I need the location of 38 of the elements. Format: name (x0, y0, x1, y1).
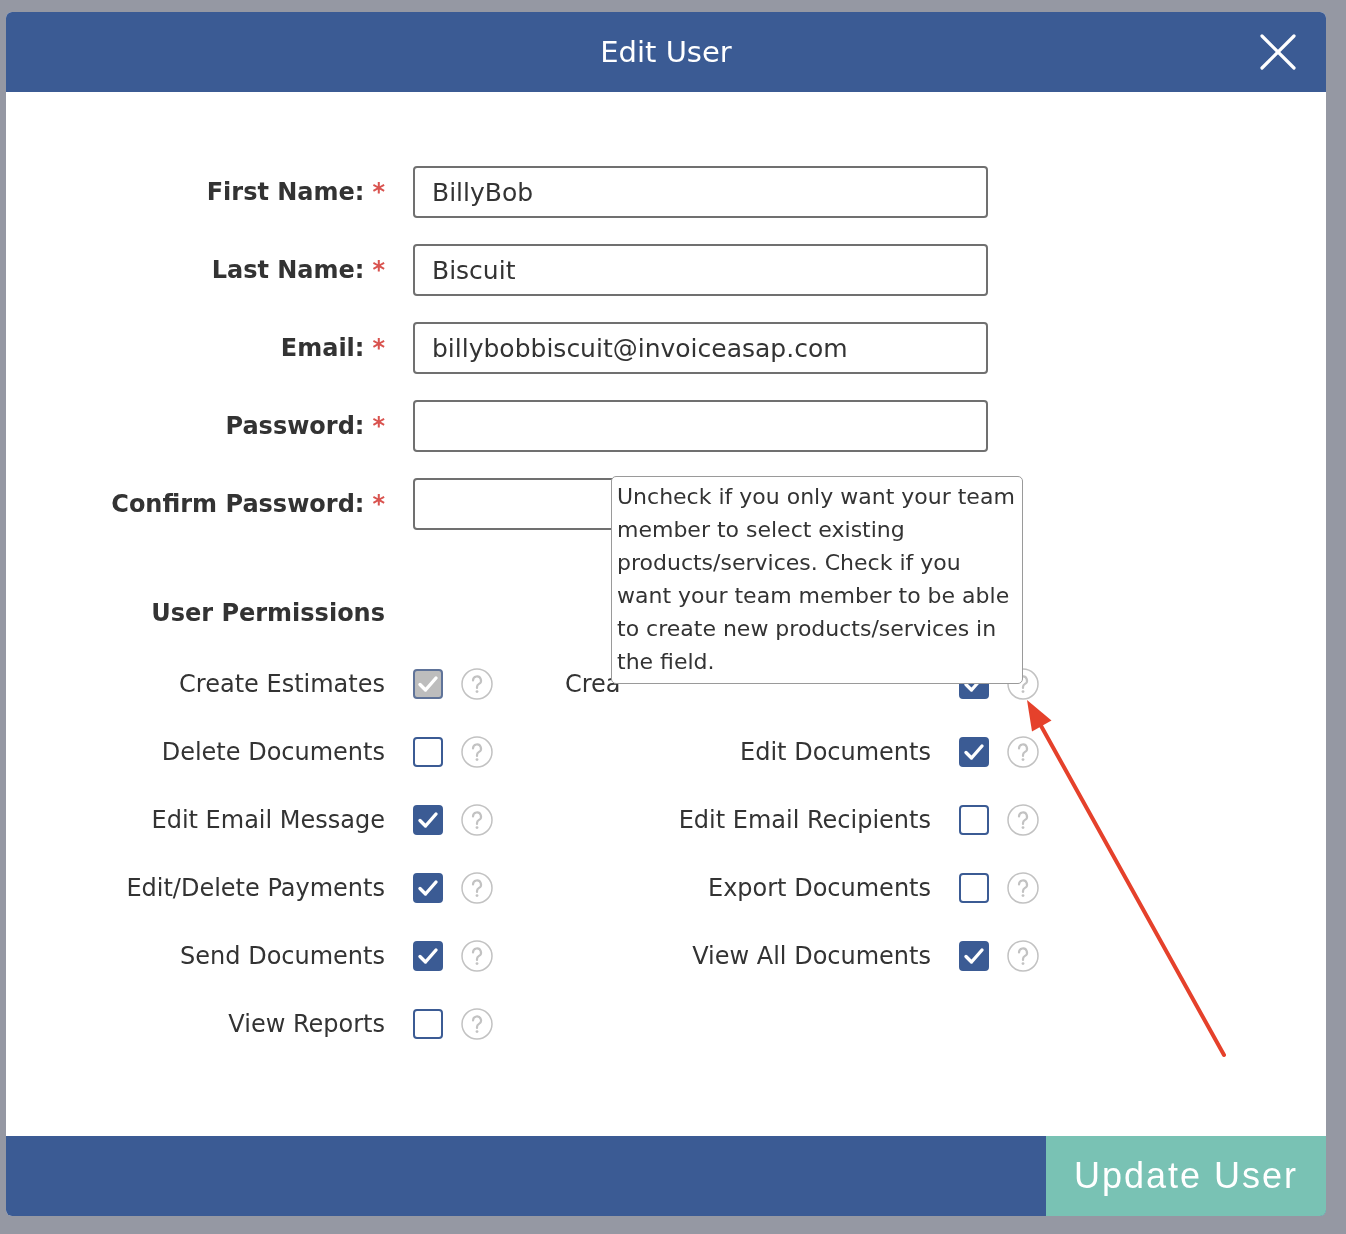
required-asterisk: * (372, 411, 385, 442)
field-label: Password: (225, 411, 365, 442)
tooltip: Uncheck if you only want your team member to select existing products/services. Check if you want your team member to be able to create new products/services in the field. (611, 476, 1023, 684)
field-label: First Name: (206, 177, 365, 208)
required-asterisk: * (372, 489, 385, 520)
required-asterisk: * (372, 255, 385, 286)
checkbox[interactable] (413, 1009, 443, 1039)
checkbox[interactable] (959, 805, 989, 835)
input-field[interactable] (413, 400, 988, 452)
checkbox[interactable] (413, 941, 443, 971)
permission-label: Export Documents (707, 873, 931, 904)
input-field[interactable]: billybobbiscuit@invoiceasap.com (413, 322, 988, 374)
permission-label: Edit Email Message (151, 805, 385, 836)
checkbox[interactable] (413, 737, 443, 767)
field-label: Last Name: (211, 255, 365, 286)
close-button[interactable] (1258, 32, 1298, 72)
field-label: Confirm Password: (111, 489, 365, 520)
permission-label: Delete Documents (161, 737, 385, 768)
permission-label: View All Documents (692, 941, 931, 972)
required-asterisk: * (372, 333, 385, 364)
dialog-title: Edit User (600, 34, 732, 71)
permission-label: Create Estimates (179, 669, 385, 700)
input-field[interactable]: BillyBob (413, 166, 988, 218)
field-label: Email: (280, 333, 365, 364)
permission-label: View Reports (228, 1009, 385, 1040)
input-field[interactable]: Biscuit (413, 244, 988, 296)
permission-label: Edit Email Recipients (678, 805, 931, 836)
checkbox[interactable] (959, 873, 989, 903)
checkbox[interactable] (413, 873, 443, 903)
permission-label: Edit Documents (740, 737, 931, 768)
permission-label: Edit/Delete Payments (126, 873, 385, 904)
close-icon (1260, 34, 1296, 70)
required-asterisk: * (372, 177, 385, 208)
permission-label: Send Documents (180, 941, 385, 972)
checkbox[interactable] (959, 737, 989, 767)
checkbox[interactable] (959, 941, 989, 971)
checkbox[interactable] (413, 805, 443, 835)
section-heading: User Permissions (151, 598, 385, 629)
